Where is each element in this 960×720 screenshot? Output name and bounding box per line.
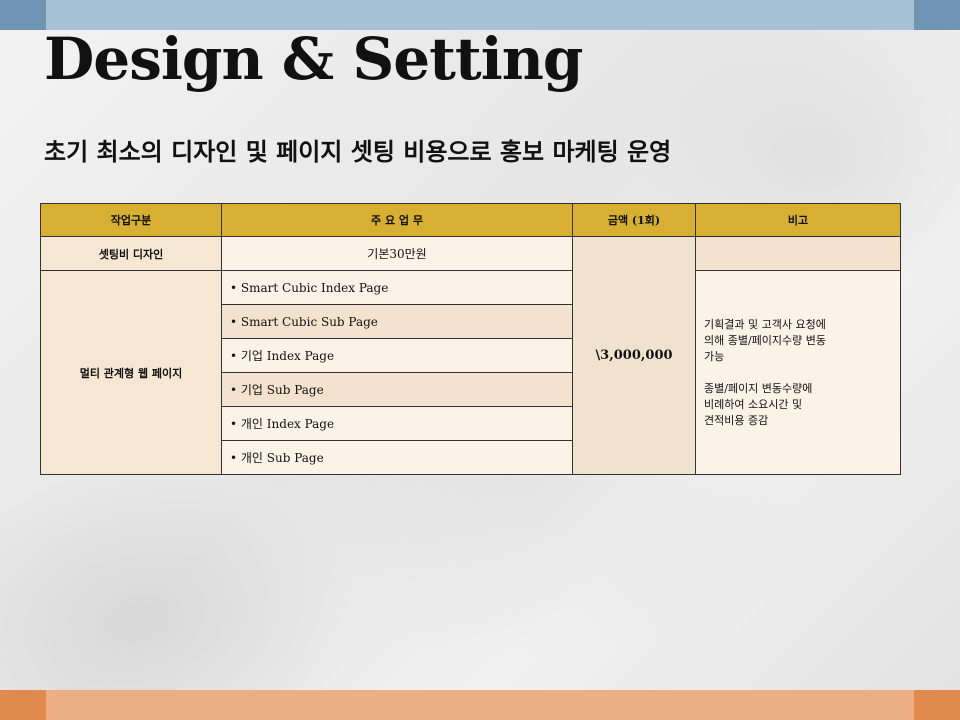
task-cell: • 개인 Index Page	[221, 406, 573, 441]
top-band-accent-left	[0, 0, 46, 30]
table-row: 멀티 관계형 웹 페이지 • Smart Cubic Index Page 기획…	[40, 270, 901, 475]
slide-subtitle: 초기 최소의 디자인 및 페이지 셋팅 비용으로 홍보 마케팅 운영	[44, 138, 672, 166]
work-table: 작업구분 주 요 업 무 금액 (1회) 비고 셋팅비 디자인 기본30만원 \…	[40, 203, 901, 475]
note-cell-empty	[695, 236, 901, 271]
bottom-band-accent-right	[914, 690, 960, 720]
bottom-band	[46, 690, 914, 720]
top-band-accent-right	[914, 0, 960, 30]
bottom-band-accent-left	[0, 690, 46, 720]
note-cell: 기획결과 및 고객사 요청에 의해 종별/페이지수량 변동 가능 종별/페이지 …	[695, 270, 901, 475]
table-header-row: 작업구분 주 요 업 무 금액 (1회) 비고	[40, 203, 901, 237]
note-line: 비례하여 소요시간 및	[704, 397, 803, 411]
header-note: 비고	[695, 203, 901, 237]
task-cell: • Smart Cubic Index Page	[221, 270, 573, 305]
note-line: 가능	[704, 349, 725, 363]
category-cell: 멀티 관계형 웹 페이지	[40, 270, 222, 475]
task-cell: • 기업 Sub Page	[221, 372, 573, 407]
amount-cell: \3,000,000	[572, 236, 696, 475]
task-cell: • Smart Cubic Sub Page	[221, 304, 573, 339]
note-line: 견적비용 증감	[704, 413, 769, 427]
header-task: 주 요 업 무	[221, 203, 573, 237]
note-line: 기획결과 및 고객사 요청에	[704, 317, 826, 331]
note-line: 종별/페이지 변동수량에	[704, 381, 813, 395]
category-cell: 셋팅비 디자인	[40, 236, 222, 271]
header-amount: 금액 (1회)	[572, 203, 696, 237]
header-category: 작업구분	[40, 203, 222, 237]
slide-title: Design & Setting	[44, 25, 583, 93]
table-row: 셋팅비 디자인 기본30만원 \3,000,000	[40, 236, 901, 475]
note-line: 의해 종별/페이지수량 변동	[704, 333, 827, 347]
task-cell: • 기업 Index Page	[221, 338, 573, 373]
task-cell: 기본30만원	[221, 236, 573, 271]
note-spacer	[704, 365, 892, 381]
task-cell: • 개인 Sub Page	[221, 440, 573, 475]
